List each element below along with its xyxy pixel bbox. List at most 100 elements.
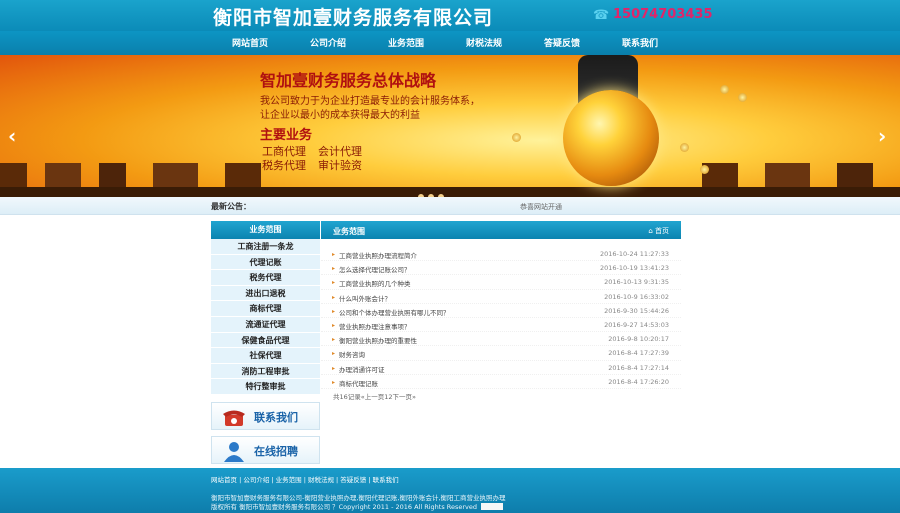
- nav-item-contact[interactable]: 联系我们: [610, 36, 670, 49]
- bullet-icon: ▸: [332, 378, 336, 386]
- hero-banner: 智加壹财务服务总体战略 我公司致力于为企业打造最专业的会计服务体系， 让企业以最…: [0, 55, 900, 197]
- notice-text[interactable]: 恭喜网站开通: [520, 202, 562, 212]
- bullet-icon: ▸: [332, 251, 336, 258]
- sidebar-item[interactable]: 社保代理: [211, 348, 320, 364]
- sidebar-item[interactable]: 消防工程审批: [211, 363, 320, 380]
- article-row[interactable]: ▸ 工商营业执照办理流程简介 2016-10-24 11:27:33: [321, 247, 681, 262]
- coin-icon: [680, 143, 689, 152]
- article-title[interactable]: 办理消通许可证: [339, 364, 385, 374]
- article-title[interactable]: 怎么选择代理记账公司？: [339, 264, 411, 274]
- golden-globe: [563, 90, 659, 186]
- city-ground: [0, 187, 900, 197]
- home-link-label: 首页: [655, 227, 669, 235]
- sidebar-item[interactable]: 商标代理: [211, 301, 320, 317]
- sidebar-item[interactable]: 进出口退税: [211, 285, 320, 302]
- bullet-icon: ▸: [332, 364, 336, 372]
- banner-pagination: [418, 185, 448, 197]
- bullet-icon: ▸: [332, 336, 336, 344]
- article-title[interactable]: 公司和个体办理营业执照有哪儿不同？: [339, 307, 450, 317]
- article-title[interactable]: 工商营业执照的几个种类: [339, 278, 411, 288]
- article-row[interactable]: ▸ 公司和个体办理营业执照有哪儿不同？ 2016-9-30 15:44:26: [321, 304, 681, 318]
- coin-icon: [512, 133, 521, 142]
- article-date: 2016-10-9 16:33:02: [604, 292, 669, 301]
- article-date: 2016-8-4 17:26:20: [608, 377, 669, 386]
- article-title[interactable]: 什么叫外账会计？: [339, 293, 391, 303]
- copyright-text: 版权所有 衡阳市智加壹财务服务有限公司 ？Copyright 2011 - 20…: [211, 503, 478, 511]
- telephone-icon: [223, 410, 245, 426]
- sidebar-item[interactable]: 工商注册一条龙: [211, 239, 320, 255]
- article-date: 2016-8-4 17:27:39: [608, 349, 669, 358]
- contact-us-button[interactable]: 联系我们: [211, 402, 320, 430]
- coin-icon: [738, 93, 747, 102]
- pagination[interactable]: 共16记录«上一页12下一页»: [333, 391, 416, 401]
- banner-line-1: 我公司致力于为企业打造最专业的会计服务体系，: [260, 96, 480, 107]
- article-list-header: 业务范围 ⌂ 首页: [321, 221, 681, 239]
- article-date: 2016-10-13 9:31:35: [604, 278, 669, 287]
- banner-service: 审计验资: [318, 159, 362, 172]
- article-list-title: 业务范围: [333, 227, 365, 236]
- sidebar: 业务范围 工商注册一条龙 代理记账 税务代理 进出口退税 商标代理 流通证代理 …: [211, 221, 320, 395]
- sidebar-item[interactable]: 代理记账: [211, 254, 320, 271]
- article-title[interactable]: 衡阳营业执照办理的重要性: [339, 335, 417, 345]
- phone-icon: ☎: [593, 8, 610, 23]
- banner-main-title: 主要业务: [260, 128, 313, 143]
- sidebar-item[interactable]: 流通证代理: [211, 316, 320, 333]
- bullet-icon: ▸: [332, 350, 336, 358]
- article-row[interactable]: ▸ 工商营业执照的几个种类 2016-10-13 9:31:35: [321, 275, 681, 290]
- article-title[interactable]: 营业执照办理注意事项？: [339, 321, 411, 331]
- phone-number: ☎ 15074703435: [593, 7, 713, 23]
- sidebar-item[interactable]: 保健食品代理: [211, 332, 320, 349]
- article-list-panel: 业务范围 ⌂ 首页 ▸ 工商营业执照办理流程简介 2016-10-24 11:27:…: [321, 221, 681, 389]
- footer-line-2: 版权所有 衡阳市智加壹财务服务有限公司 ？Copyright 2011 - 20…: [211, 501, 504, 511]
- online-recruitment-label: 在线招聘: [254, 445, 298, 458]
- nav-item-about[interactable]: 公司介绍: [298, 36, 358, 49]
- person-icon: [224, 442, 244, 462]
- notice-bar: 最新公告： 恭喜网站开通: [0, 197, 900, 215]
- article-date: 2016-8-4 17:27:14: [608, 363, 669, 372]
- article-row[interactable]: ▸ 衡阳营业执照办理的重要性 2016-9-8 10:20:17: [321, 332, 681, 347]
- article-date: 2016-9-27 14:53:03: [604, 320, 669, 329]
- article-date: 2016-10-19 13:41:23: [599, 264, 669, 273]
- banner-title: 智加壹财务服务总体战略: [260, 71, 437, 90]
- bullet-icon: ▸: [332, 293, 336, 301]
- phone-text: 15074703435: [613, 7, 713, 22]
- home-link[interactable]: ⌂ 首页: [648, 226, 669, 236]
- article-row[interactable]: ▸ 营业执照办理注意事项？ 2016-9-27 14:53:03: [321, 318, 681, 333]
- coin-icon: [720, 85, 729, 94]
- cnzz-badge-icon[interactable]: [481, 503, 504, 510]
- top-header: 衡阳市智加壹财务服务有限公司 ☎ 15074703435: [0, 0, 900, 31]
- banner-service: 税务代理: [262, 159, 306, 172]
- online-recruitment-button[interactable]: 在线招聘: [211, 436, 320, 464]
- nav-item-feedback[interactable]: 答疑反馈: [532, 36, 592, 49]
- article-title[interactable]: 财务咨询: [339, 349, 365, 359]
- main-nav: 网站首页 公司介绍 业务范围 财税法规 答疑反馈 联系我们: [0, 31, 900, 55]
- footer-links[interactable]: 网站首页 | 公司介绍 | 业务范围 | 财税法规 | 答疑反馈 | 联系我们: [211, 474, 399, 484]
- sidebar-item[interactable]: 特行整审批: [211, 379, 320, 395]
- article-title[interactable]: 商标代理记账: [339, 378, 378, 388]
- home-icon: ⌂: [648, 227, 655, 235]
- article-row[interactable]: ▸ 办理消通许可证 2016-8-4 17:27:14: [321, 361, 681, 375]
- article-date: 2016-10-24 11:27:33: [599, 250, 669, 258]
- footer: 网站首页 | 公司介绍 | 业务范围 | 财税法规 | 答疑反馈 | 联系我们 …: [0, 468, 900, 513]
- company-logo[interactable]: 衡阳市智加壹财务服务有限公司: [213, 3, 493, 30]
- article-row[interactable]: ▸ 商标代理记账 2016-8-4 17:26:20: [321, 375, 681, 389]
- nav-item-regulations[interactable]: 财税法规: [454, 36, 514, 49]
- article-row[interactable]: ▸ 怎么选择代理记账公司？ 2016-10-19 13:41:23: [321, 261, 681, 276]
- notice-label: 最新公告：: [211, 202, 251, 211]
- bullet-icon: ▸: [332, 307, 336, 315]
- nav-item-home[interactable]: 网站首页: [220, 36, 280, 49]
- nav-item-services[interactable]: 业务范围: [376, 36, 436, 49]
- bullet-icon: ▸: [332, 279, 336, 287]
- article-title[interactable]: 工商营业执照办理流程简介: [339, 250, 417, 260]
- bullet-icon: ▸: [332, 321, 336, 329]
- sidebar-item[interactable]: 税务代理: [211, 270, 320, 286]
- banner-next-arrow-icon[interactable]: ›: [878, 124, 886, 148]
- article-date: 2016-9-8 10:20:17: [608, 335, 669, 344]
- article-date: 2016-9-30 15:44:26: [604, 306, 669, 315]
- article-row[interactable]: ▸ 什么叫外账会计？ 2016-10-9 16:33:02: [321, 290, 681, 304]
- banner-prev-arrow-icon[interactable]: ‹: [8, 124, 16, 148]
- article-row[interactable]: ▸ 财务咨询 2016-8-4 17:27:39: [321, 346, 681, 361]
- sidebar-title: 业务范围: [211, 221, 320, 239]
- contact-us-label: 联系我们: [254, 411, 298, 424]
- coin-icon: [700, 165, 709, 174]
